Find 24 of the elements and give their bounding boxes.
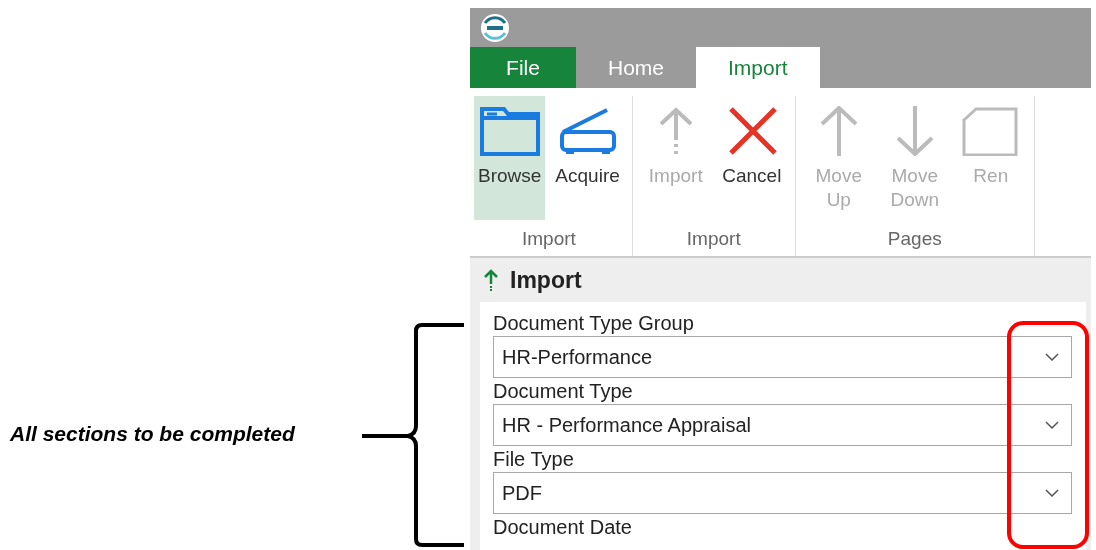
group-label: Import [520,228,577,250]
chevron-down-icon [1045,489,1059,497]
annotation-label: All sections to be completed [10,422,295,446]
group-label: Import [685,228,742,250]
ribbon-button[interactable]: Browse [474,96,546,220]
panel-title: Import [510,266,582,294]
ribbon-button[interactable]: Acquire [551,96,624,220]
logo-icon [480,12,510,43]
field-label: File Type [493,447,575,472]
ribbon-tab[interactable]: Import [696,47,820,88]
chevron-down-icon [1045,353,1059,361]
field-label: Document Type Group [493,311,695,336]
field-label: Document Type [493,379,634,404]
chevron-down-icon [1045,421,1059,429]
dropdown-field[interactable]: PDF [493,472,1072,514]
field-label: Document Date [493,515,633,540]
up-arrow-icon [484,269,498,291]
ribbon-button[interactable]: Cancel [716,96,787,220]
ribbon-tab[interactable]: File [470,47,576,88]
folder-icon [478,106,541,156]
ribbon-tab[interactable]: Home [576,47,697,88]
dropdown-field[interactable]: HR - Performance Appraisal [493,404,1072,446]
group-label: Pages [886,228,943,250]
dropdown-field[interactable]: HR-Performance [493,336,1072,378]
